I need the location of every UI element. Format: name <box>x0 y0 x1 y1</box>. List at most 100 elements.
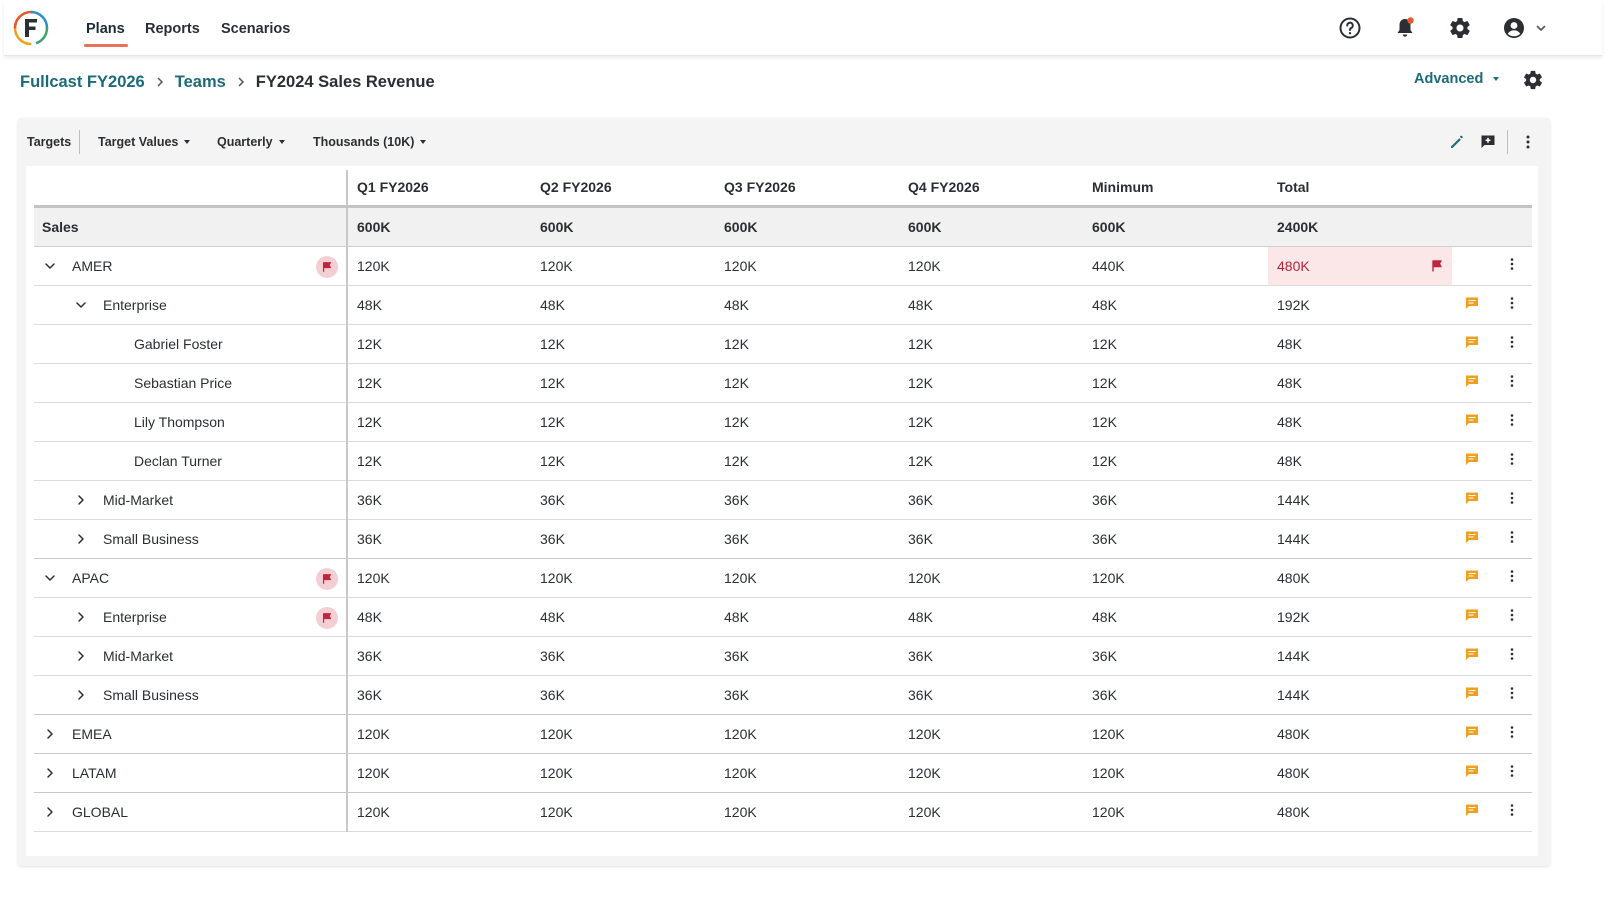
edit-pencil-icon[interactable] <box>1447 132 1467 152</box>
row-more-options-icon[interactable] <box>1504 763 1520 779</box>
value-cell[interactable]: 36K <box>1083 480 1268 520</box>
comment-icon[interactable] <box>1464 529 1480 545</box>
comment-icon[interactable] <box>1464 373 1480 389</box>
table-row[interactable]: AMER 120K 120K 120K 120K 440K 480K <box>34 246 1532 286</box>
table-row[interactable]: Sebastian Price 12K 12K 12K 12K 12K 48K <box>34 363 1532 403</box>
header-q1[interactable]: Q1 FY2026 <box>347 170 531 208</box>
header-q4[interactable]: Q4 FY2026 <box>899 170 1083 208</box>
value-cell[interactable]: 192K <box>1268 597 1452 637</box>
value-cell[interactable]: 120K <box>899 558 1083 598</box>
value-cell[interactable]: 48K <box>347 597 531 637</box>
chevron-right-icon[interactable] <box>73 648 89 664</box>
row-more-options-icon[interactable] <box>1504 685 1520 701</box>
value-cell[interactable]: 120K <box>531 246 715 286</box>
value-cell[interactable]: 144K <box>1268 636 1452 676</box>
value-cell[interactable]: 48K <box>347 285 531 325</box>
value-cell[interactable]: 36K <box>347 519 531 559</box>
value-cell[interactable]: 36K <box>531 636 715 676</box>
value-cell[interactable]: 12K <box>1083 324 1268 364</box>
value-cell[interactable]: 36K <box>1083 636 1268 676</box>
comment-icon[interactable] <box>1464 334 1480 350</box>
table-row[interactable]: Mid-Market 36K 36K 36K 36K 36K 144K <box>34 636 1532 676</box>
value-cell[interactable]: 120K <box>715 792 899 832</box>
comment-icon[interactable] <box>1464 412 1480 428</box>
chevron-right-icon[interactable] <box>73 609 89 625</box>
target-values-dropdown[interactable]: Target Values <box>98 135 191 149</box>
value-cell[interactable]: 36K <box>715 480 899 520</box>
row-more-options-icon[interactable] <box>1504 646 1520 662</box>
value-cell[interactable]: 12K <box>531 324 715 364</box>
value-cell[interactable]: 120K <box>899 714 1083 754</box>
value-cell[interactable]: 120K <box>715 246 899 286</box>
value-cell[interactable]: 36K <box>1083 675 1268 715</box>
value-cell[interactable]: 120K <box>347 246 531 286</box>
chevron-down-icon[interactable] <box>1534 16 1548 40</box>
value-cell[interactable]: 144K <box>1268 480 1452 520</box>
value-cell[interactable]: 48K <box>899 285 1083 325</box>
row-more-options-icon[interactable] <box>1504 373 1520 389</box>
row-more-options-icon[interactable] <box>1504 412 1520 428</box>
tab-reports[interactable]: Reports <box>145 0 200 56</box>
row-more-options-icon[interactable] <box>1504 802 1520 818</box>
value-cell[interactable]: 12K <box>531 441 715 481</box>
value-cell[interactable]: 12K <box>347 441 531 481</box>
value-cell[interactable]: 36K <box>899 519 1083 559</box>
value-cell[interactable]: 12K <box>899 402 1083 442</box>
value-cell[interactable]: 12K <box>347 363 531 403</box>
value-cell[interactable]: 12K <box>1083 441 1268 481</box>
header-minimum[interactable]: Minimum <box>1083 170 1268 208</box>
value-cell[interactable]: 36K <box>715 675 899 715</box>
value-cell[interactable]: 144K <box>1268 675 1452 715</box>
value-cell[interactable]: 12K <box>715 441 899 481</box>
comment-icon[interactable] <box>1464 802 1480 818</box>
comment-icon[interactable] <box>1464 568 1480 584</box>
value-cell[interactable]: 480K <box>1268 558 1452 598</box>
row-more-options-icon[interactable] <box>1504 334 1520 350</box>
flag-badge[interactable] <box>316 606 338 629</box>
table-row[interactable]: Enterprise 48K 48K 48K 48K 48K 192K <box>34 597 1532 637</box>
value-cell[interactable]: 120K <box>531 792 715 832</box>
value-cell[interactable]: 36K <box>899 636 1083 676</box>
value-cell[interactable]: 12K <box>531 363 715 403</box>
value-cell[interactable]: 12K <box>715 363 899 403</box>
value-cell[interactable]: 120K <box>715 753 899 793</box>
value-cell[interactable]: 120K <box>347 714 531 754</box>
value-cell[interactable]: 12K <box>899 324 1083 364</box>
value-cell[interactable]: 48K <box>1268 324 1452 364</box>
breadcrumb-link-teams[interactable]: Teams <box>175 73 226 92</box>
value-cell[interactable]: 480K <box>1268 753 1452 793</box>
table-row[interactable]: Declan Turner 12K 12K 12K 12K 12K 48K <box>34 441 1532 481</box>
add-comment-icon[interactable] <box>1478 132 1498 152</box>
value-cell[interactable]: 12K <box>1083 402 1268 442</box>
chevron-right-icon[interactable] <box>42 804 58 820</box>
row-more-options-icon[interactable] <box>1504 490 1520 506</box>
value-cell[interactable]: 48K <box>531 597 715 637</box>
gear-icon[interactable] <box>1448 16 1472 40</box>
value-cell[interactable]: 120K <box>899 792 1083 832</box>
bell-icon[interactable] <box>1393 16 1417 40</box>
value-cell[interactable]: 120K <box>715 558 899 598</box>
advanced-dropdown[interactable]: Advanced <box>1414 71 1500 87</box>
value-cell[interactable]: 192K <box>1268 285 1452 325</box>
comment-icon[interactable] <box>1464 490 1480 506</box>
table-row[interactable]: Gabriel Foster 12K 12K 12K 12K 12K 48K <box>34 324 1532 364</box>
value-cell[interactable]: 440K <box>1083 246 1268 286</box>
value-cell[interactable]: 120K <box>715 714 899 754</box>
value-cell[interactable]: 48K <box>899 597 1083 637</box>
value-cell[interactable]: 12K <box>715 402 899 442</box>
value-cell[interactable]: 12K <box>899 441 1083 481</box>
value-cell[interactable]: 120K <box>899 753 1083 793</box>
table-row[interactable]: Mid-Market 36K 36K 36K 36K 36K 144K <box>34 480 1532 520</box>
value-cell[interactable]: 120K <box>347 558 531 598</box>
chevron-right-icon[interactable] <box>42 726 58 742</box>
chevron-down-icon[interactable] <box>42 570 58 586</box>
comment-icon[interactable] <box>1464 724 1480 740</box>
units-dropdown[interactable]: Thousands (10K) <box>313 135 427 149</box>
comment-icon[interactable] <box>1464 607 1480 623</box>
value-cell[interactable]: 36K <box>347 480 531 520</box>
more-options-icon[interactable] <box>1518 132 1538 152</box>
tab-plans[interactable]: Plans <box>86 0 125 56</box>
table-row[interactable]: EMEA 120K 120K 120K 120K 120K 480K <box>34 714 1532 754</box>
table-row[interactable]: GLOBAL 120K 120K 120K 120K 120K 480K <box>34 792 1532 832</box>
help-icon[interactable] <box>1338 16 1362 40</box>
